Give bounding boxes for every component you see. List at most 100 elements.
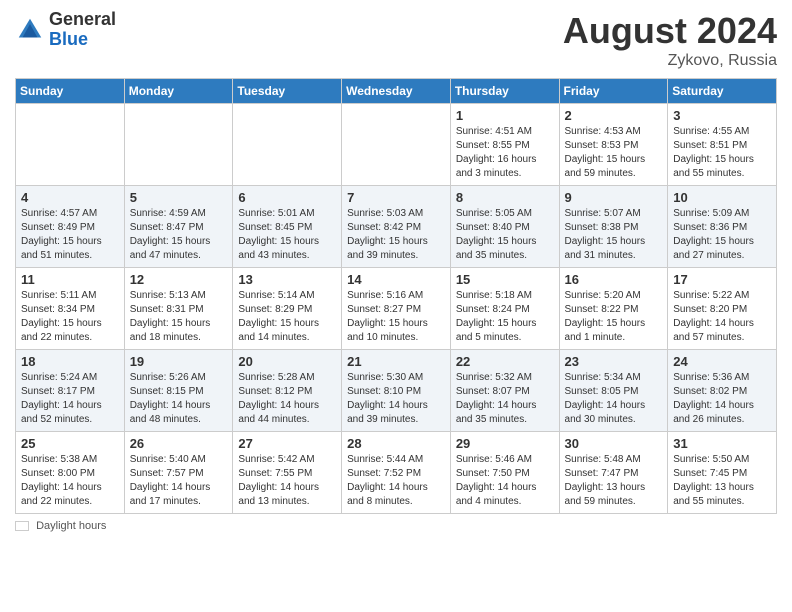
calendar-cell: 18Sunrise: 5:24 AM Sunset: 8:17 PM Dayli… bbox=[16, 350, 125, 432]
day-number: 16 bbox=[565, 272, 663, 287]
col-header-sunday: Sunday bbox=[16, 79, 125, 104]
day-number: 27 bbox=[238, 436, 336, 451]
calendar-cell: 1Sunrise: 4:51 AM Sunset: 8:55 PM Daylig… bbox=[450, 104, 559, 186]
day-info: Sunrise: 4:57 AM Sunset: 8:49 PM Dayligh… bbox=[21, 207, 119, 263]
day-number: 20 bbox=[238, 354, 336, 369]
day-info: Sunrise: 4:59 AM Sunset: 8:47 PM Dayligh… bbox=[130, 207, 228, 263]
day-number: 3 bbox=[673, 108, 771, 123]
day-info: Sunrise: 4:51 AM Sunset: 8:55 PM Dayligh… bbox=[456, 125, 554, 181]
calendar-cell: 21 Sunrise: 5:30 AM Sunset: 8:10 PM Dayli… bbox=[342, 350, 451, 432]
day-number: 31 bbox=[673, 436, 771, 451]
calendar-cell: 25Sunrise: 5:38 AM Sunset: 8:00 PM Dayli… bbox=[16, 432, 125, 514]
calendar-cell: 24 Sunrise: 5:36 AM Sunset: 8:02 PM Dayli… bbox=[668, 350, 777, 432]
day-info: Sunrise: 5:26 AM Sunset: 8:15 PM Dayligh… bbox=[130, 371, 228, 427]
day-number: 8 bbox=[456, 190, 554, 205]
day-info: Sunrise: 5:20 AM Sunset: 8:22 PM Dayligh… bbox=[565, 289, 663, 345]
day-number: 24 bbox=[673, 354, 771, 369]
day-number: 29 bbox=[456, 436, 554, 451]
calendar-week-row: 1Sunrise: 4:51 AM Sunset: 8:55 PM Daylig… bbox=[16, 104, 777, 186]
day-number: 6 bbox=[238, 190, 336, 205]
day-info: Sunrise: 5:16 AM Sunset: 8:27 PM Dayligh… bbox=[347, 289, 445, 345]
header: General Blue August 2024 Zykovo, Russia bbox=[15, 10, 777, 70]
day-number: 22 bbox=[456, 354, 554, 369]
day-number: 18 bbox=[21, 354, 119, 369]
calendar-cell: 23 Sunrise: 5:34 AM Sunset: 8:05 PM Dayli… bbox=[559, 350, 668, 432]
day-number: 2 bbox=[565, 108, 663, 123]
day-number: 26 bbox=[130, 436, 228, 451]
day-info: Sunrise: 5:03 AM Sunset: 8:42 PM Dayligh… bbox=[347, 207, 445, 263]
calendar-cell: 7 Sunrise: 5:03 AM Sunset: 8:42 PM Daylig… bbox=[342, 186, 451, 268]
day-info: Sunrise: 5:40 AM Sunset: 7:57 PM Dayligh… bbox=[130, 453, 228, 509]
day-info: Sunrise: 5:07 AM Sunset: 8:38 PM Dayligh… bbox=[565, 207, 663, 263]
day-info: Sunrise: 4:53 AM Sunset: 8:53 PM Dayligh… bbox=[565, 125, 663, 181]
day-number: 7 bbox=[347, 190, 445, 205]
day-number: 12 bbox=[130, 272, 228, 287]
day-info: Sunrise: 5:09 AM Sunset: 8:36 PM Dayligh… bbox=[673, 207, 771, 263]
day-info: Sunrise: 5:44 AM Sunset: 7:52 PM Dayligh… bbox=[347, 453, 445, 509]
day-number: 15 bbox=[456, 272, 554, 287]
day-number: 13 bbox=[238, 272, 336, 287]
day-number: 21 bbox=[347, 354, 445, 369]
calendar-cell: 27 Sunrise: 5:42 AM Sunset: 7:55 PM Dayli… bbox=[233, 432, 342, 514]
title-block: August 2024 Zykovo, Russia bbox=[563, 10, 777, 70]
day-info: Sunrise: 5:18 AM Sunset: 8:24 PM Dayligh… bbox=[456, 289, 554, 345]
calendar-cell: 15 Sunrise: 5:18 AM Sunset: 8:24 PM Dayli… bbox=[450, 268, 559, 350]
day-info: Sunrise: 5:50 AM Sunset: 7:45 PM Dayligh… bbox=[673, 453, 771, 509]
calendar-cell: 12 Sunrise: 5:13 AM Sunset: 8:31 PM Dayli… bbox=[124, 268, 233, 350]
day-number: 11 bbox=[21, 272, 119, 287]
footer: Daylight hours bbox=[15, 520, 777, 532]
day-info: Sunrise: 5:34 AM Sunset: 8:05 PM Dayligh… bbox=[565, 371, 663, 427]
calendar-cell: 19Sunrise: 5:26 AM Sunset: 8:15 PM Dayli… bbox=[124, 350, 233, 432]
day-info: Sunrise: 5:38 AM Sunset: 8:00 PM Dayligh… bbox=[21, 453, 119, 509]
day-info: Sunrise: 5:22 AM Sunset: 8:20 PM Dayligh… bbox=[673, 289, 771, 345]
calendar-cell: 10Sunrise: 5:09 AM Sunset: 8:36 PM Dayli… bbox=[668, 186, 777, 268]
calendar-cell: 3 Sunrise: 4:55 AM Sunset: 8:51 PM Daylig… bbox=[668, 104, 777, 186]
day-number: 23 bbox=[565, 354, 663, 369]
day-info: Sunrise: 4:55 AM Sunset: 8:51 PM Dayligh… bbox=[673, 125, 771, 181]
calendar-cell: 16 Sunrise: 5:20 AM Sunset: 8:22 PM Dayli… bbox=[559, 268, 668, 350]
col-header-wednesday: Wednesday bbox=[342, 79, 451, 104]
day-info: Sunrise: 5:42 AM Sunset: 7:55 PM Dayligh… bbox=[238, 453, 336, 509]
day-info: Sunrise: 5:30 AM Sunset: 8:10 PM Dayligh… bbox=[347, 371, 445, 427]
day-number: 30 bbox=[565, 436, 663, 451]
logo-blue-text: Blue bbox=[49, 30, 116, 50]
day-number: 5 bbox=[130, 190, 228, 205]
calendar-cell bbox=[342, 104, 451, 186]
calendar-cell: 6 Sunrise: 5:01 AM Sunset: 8:45 PM Daylig… bbox=[233, 186, 342, 268]
calendar-cell: 20Sunrise: 5:28 AM Sunset: 8:12 PM Dayli… bbox=[233, 350, 342, 432]
day-info: Sunrise: 5:14 AM Sunset: 8:29 PM Dayligh… bbox=[238, 289, 336, 345]
calendar-cell: 22 Sunrise: 5:32 AM Sunset: 8:07 PM Dayli… bbox=[450, 350, 559, 432]
day-info: Sunrise: 5:36 AM Sunset: 8:02 PM Dayligh… bbox=[673, 371, 771, 427]
day-number: 4 bbox=[21, 190, 119, 205]
col-header-friday: Friday bbox=[559, 79, 668, 104]
calendar-week-row: 25Sunrise: 5:38 AM Sunset: 8:00 PM Dayli… bbox=[16, 432, 777, 514]
col-header-monday: Monday bbox=[124, 79, 233, 104]
calendar-week-row: 4 Sunrise: 4:57 AM Sunset: 8:49 PM Daylig… bbox=[16, 186, 777, 268]
logo: General Blue bbox=[15, 10, 116, 50]
logo-icon bbox=[15, 15, 45, 45]
daylight-label: Daylight hours bbox=[36, 520, 106, 532]
calendar-table: SundayMondayTuesdayWednesdayThursdayFrid… bbox=[15, 78, 777, 514]
col-header-saturday: Saturday bbox=[668, 79, 777, 104]
calendar-week-row: 11 Sunrise: 5:11 AM Sunset: 8:34 PM Dayli… bbox=[16, 268, 777, 350]
day-number: 28 bbox=[347, 436, 445, 451]
day-info: Sunrise: 5:11 AM Sunset: 8:34 PM Dayligh… bbox=[21, 289, 119, 345]
day-info: Sunrise: 5:48 AM Sunset: 7:47 PM Dayligh… bbox=[565, 453, 663, 509]
calendar-cell: 31 Sunrise: 5:50 AM Sunset: 7:45 PM Dayli… bbox=[668, 432, 777, 514]
calendar-cell bbox=[233, 104, 342, 186]
location: Zykovo, Russia bbox=[563, 52, 777, 70]
daylight-swatch bbox=[15, 521, 29, 531]
page: General Blue August 2024 Zykovo, Russia … bbox=[0, 0, 792, 612]
col-header-tuesday: Tuesday bbox=[233, 79, 342, 104]
calendar-cell: 14Sunrise: 5:16 AM Sunset: 8:27 PM Dayli… bbox=[342, 268, 451, 350]
day-info: Sunrise: 5:32 AM Sunset: 8:07 PM Dayligh… bbox=[456, 371, 554, 427]
day-info: Sunrise: 5:01 AM Sunset: 8:45 PM Dayligh… bbox=[238, 207, 336, 263]
logo-text: General Blue bbox=[49, 10, 116, 50]
col-header-thursday: Thursday bbox=[450, 79, 559, 104]
calendar-cell bbox=[16, 104, 125, 186]
calendar-cell: 5 Sunrise: 4:59 AM Sunset: 8:47 PM Daylig… bbox=[124, 186, 233, 268]
day-info: Sunrise: 5:13 AM Sunset: 8:31 PM Dayligh… bbox=[130, 289, 228, 345]
day-info: Sunrise: 5:05 AM Sunset: 8:40 PM Dayligh… bbox=[456, 207, 554, 263]
calendar-cell: 8 Sunrise: 5:05 AM Sunset: 8:40 PM Daylig… bbox=[450, 186, 559, 268]
calendar-cell: 11 Sunrise: 5:11 AM Sunset: 8:34 PM Dayli… bbox=[16, 268, 125, 350]
